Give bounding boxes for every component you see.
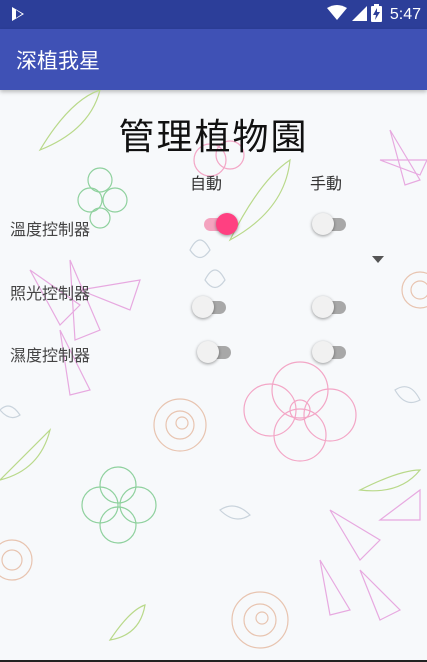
status-time: 5:47 bbox=[389, 5, 421, 23]
temperature-auto-switch[interactable] bbox=[198, 211, 238, 237]
app-title: 深植我星 bbox=[16, 49, 100, 73]
temperature-manual-switch[interactable] bbox=[312, 211, 352, 237]
page-title: 管理植物園 bbox=[118, 117, 309, 158]
battery-charging-icon bbox=[370, 3, 382, 26]
app-notification-icon bbox=[10, 5, 26, 27]
column-header-auto: 自動 bbox=[190, 174, 223, 193]
switch-thumb bbox=[312, 296, 334, 318]
switch-thumb bbox=[312, 213, 334, 235]
column-header-manual: 手動 bbox=[310, 174, 343, 193]
signal-icon bbox=[351, 5, 367, 25]
humidity-manual-switch[interactable] bbox=[312, 339, 352, 365]
switch-thumb bbox=[197, 341, 219, 363]
switch-thumb bbox=[216, 213, 238, 235]
humidity-auto-switch[interactable] bbox=[197, 339, 237, 365]
app-bar: 深植我星 bbox=[0, 29, 427, 90]
status-bar: 5:47 bbox=[0, 0, 427, 29]
wifi-icon bbox=[326, 4, 347, 25]
light-controller-label: 照光控制器 bbox=[10, 284, 91, 303]
humidity-controller-label: 濕度控制器 bbox=[10, 346, 91, 365]
light-auto-switch[interactable] bbox=[192, 294, 232, 320]
dropdown-arrow-icon[interactable] bbox=[372, 256, 384, 263]
switch-thumb bbox=[312, 341, 334, 363]
temperature-controller-label: 溫度控制器 bbox=[10, 220, 91, 239]
switch-thumb bbox=[192, 296, 214, 318]
light-manual-switch[interactable] bbox=[312, 294, 352, 320]
